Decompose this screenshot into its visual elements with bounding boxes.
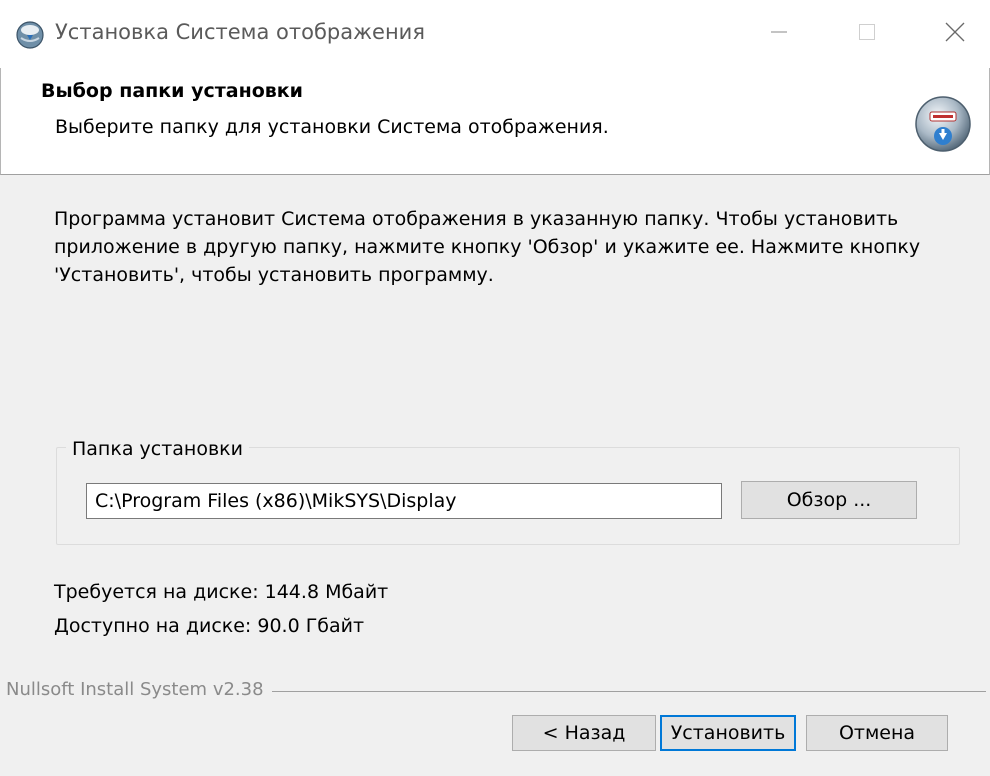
branding-text: Nullsoft Install System v2.38 bbox=[6, 679, 272, 700]
space-required-text: Требуется на диске: 144.8 Мбайт bbox=[54, 581, 389, 603]
close-button[interactable] bbox=[922, 0, 988, 68]
install-path-input[interactable]: C:\Program Files (x86)\MikSYS\Display bbox=[86, 483, 722, 519]
cancel-button[interactable]: Отмена bbox=[806, 715, 948, 751]
browse-button[interactable]: Обзор ... bbox=[741, 481, 917, 519]
title-bar: Установка Система отображения bbox=[0, 0, 990, 68]
installer-disc-download-icon bbox=[913, 94, 973, 154]
minimize-button[interactable] bbox=[746, 0, 812, 68]
instructions-text: Программа установит Система отображения … bbox=[54, 208, 921, 286]
window-title: Установка Система отображения bbox=[55, 20, 425, 44]
page-title: Выбор папки установки bbox=[41, 80, 303, 102]
space-available-text: Доступно на диске: 90.0 Гбайт bbox=[54, 615, 365, 637]
install-button[interactable]: Установить bbox=[660, 715, 796, 751]
installer-globe-icon bbox=[16, 21, 44, 49]
wizard-header: Выбор папки установки Выберите папку для… bbox=[0, 68, 990, 175]
maximize-icon bbox=[857, 22, 877, 46]
install-folder-group-label: Папка установки bbox=[66, 438, 249, 460]
wizard-body: Программа установит Система отображения … bbox=[0, 175, 990, 776]
maximize-button[interactable] bbox=[834, 0, 900, 68]
minimize-icon bbox=[769, 22, 789, 46]
page-subtitle: Выберите папку для установки Система ото… bbox=[55, 116, 609, 138]
close-icon bbox=[944, 21, 966, 47]
back-button[interactable]: < Назад bbox=[512, 715, 656, 751]
